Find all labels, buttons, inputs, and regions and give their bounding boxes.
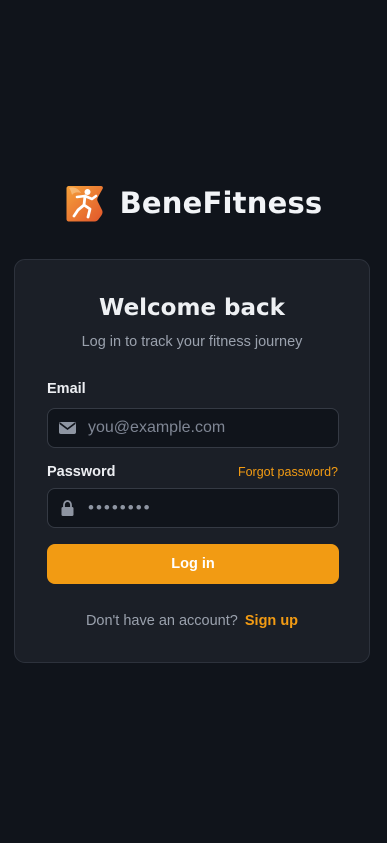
- envelope-icon: [59, 422, 76, 434]
- lock-icon: [61, 500, 74, 516]
- signup-link[interactable]: Sign up: [245, 613, 298, 629]
- email-label: Email: [47, 381, 86, 397]
- forgot-password-link[interactable]: Forgot password?: [238, 464, 338, 480]
- email-input[interactable]: [88, 409, 328, 447]
- password-input[interactable]: [88, 489, 328, 527]
- login-page: BeneFitness Welcome back Log in to track…: [0, 0, 387, 843]
- card-subtitle: Log in to track your fitness journey: [81, 334, 303, 350]
- brand-name: BeneFitness: [119, 186, 323, 220]
- login-card: Welcome back Log in to track your fitnes…: [14, 259, 370, 663]
- card-title: Welcome back: [99, 295, 285, 321]
- login-button[interactable]: Log in: [47, 544, 339, 584]
- signup-prompt: Don't have an account?: [85, 613, 238, 629]
- password-label: Password: [47, 464, 116, 480]
- password-field[interactable]: [47, 488, 339, 528]
- email-field[interactable]: [47, 408, 339, 448]
- signup-row: Don't have an account? Sign up: [15, 612, 369, 630]
- runner-logo-icon: [66, 186, 103, 222]
- brand-header: BeneFitness: [0, 182, 387, 224]
